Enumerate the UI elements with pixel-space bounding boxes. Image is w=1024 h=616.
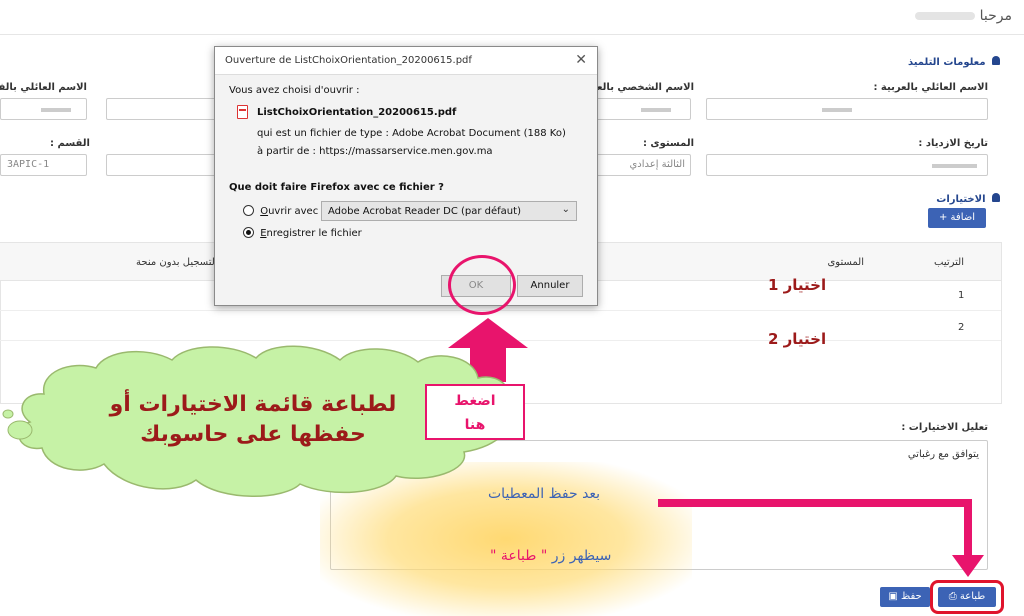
save-file-label: Enregistrer le fichier: [260, 228, 362, 239]
dialog-type: qui est un fichier de type : Adobe Acrob…: [257, 128, 566, 139]
down-arrow-head: [952, 555, 984, 577]
pdf-icon: [237, 105, 248, 119]
save-file-radio[interactable]: Enregistrer le fichier: [243, 227, 362, 241]
press-here-label: اضغط هنا: [425, 384, 525, 440]
dialog-title: Ouverture de ListChoixOrientation_202006…: [225, 55, 472, 66]
radio-on[interactable]: [243, 227, 254, 238]
vertical-arrow-shaft: [964, 499, 972, 555]
dialog-filename: ListChoixOrientation_20200615.pdf: [257, 107, 457, 118]
chevron-down-icon: ⌄: [561, 204, 570, 215]
open-with-radio[interactable]: Ouvrir avec: [243, 205, 318, 219]
download-dialog: Ouverture de ListChoixOrientation_202006…: [214, 46, 598, 306]
horizontal-arrow-shaft: [658, 499, 972, 507]
cancel-button[interactable]: Annuler: [517, 275, 583, 297]
dialog-question: Que doit faire Firefox avec ce fichier ?: [229, 182, 444, 193]
app-select[interactable]: Adobe Acrobat Reader DC (par défaut) ⌄: [321, 201, 577, 221]
cloud-bubble: [7, 420, 33, 440]
dialog-chosen-label: Vous avez choisi d'ouvrir :: [229, 85, 360, 96]
open-with-label: Ouvrir avec: [260, 206, 319, 217]
close-icon[interactable]: ✕: [575, 52, 587, 68]
cloud-text: لطباعة قائمة الاختيارات أو حفظها على حاس…: [109, 392, 397, 447]
ok-highlight-ring: [448, 255, 516, 315]
dialog-titlebar: Ouverture de ListChoixOrientation_202006…: [215, 47, 597, 75]
cloud-bubble: [2, 409, 14, 419]
dialog-source: à partir de : https://massarservice.men.…: [257, 146, 493, 157]
radio-off[interactable]: [243, 205, 254, 216]
